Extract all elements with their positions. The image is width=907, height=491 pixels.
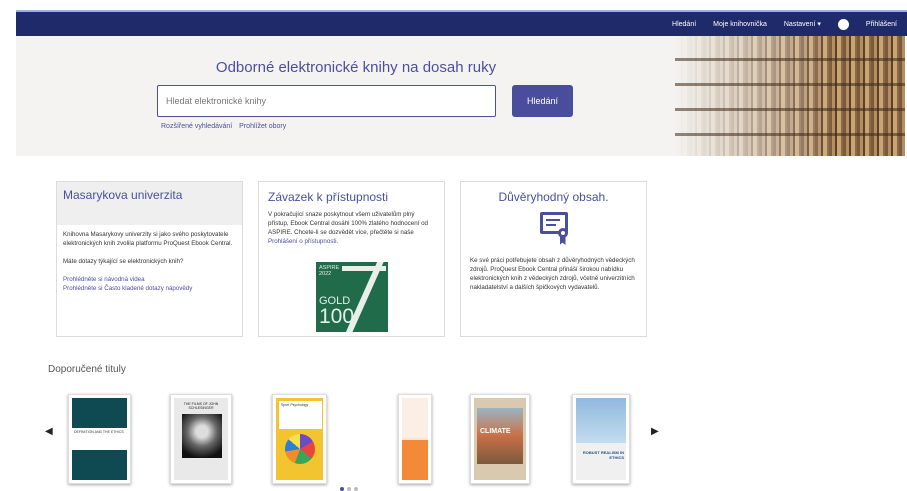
book-4-title	[402, 398, 428, 438]
carousel-prev-arrow-icon[interactable]: ◀	[45, 426, 53, 437]
top-navbar: Hledání Moje knihovnička Nastavení ▾ ? P…	[16, 10, 907, 36]
nav-links: Hledání Moje knihovnička Nastavení ▾ ? P…	[672, 12, 897, 36]
accessibility-statement-link[interactable]: Prohlášení o přístupnosti.	[268, 238, 338, 245]
accessibility-text: V pokračující snaze poskytnout všem uživ…	[268, 210, 435, 246]
aspire-gold-badge: ASPIRE 2022 GOLD 100	[316, 262, 388, 332]
carousel-pagination	[340, 487, 358, 491]
institution-description: Knihovna Masarykovy univerzity si jako s…	[63, 231, 233, 247]
carousel-dot[interactable]	[354, 487, 358, 491]
trusted-content-title: Důvěryhodný obsah.	[498, 190, 609, 204]
nav-settings-dropdown[interactable]: Nastavení ▾	[784, 20, 821, 28]
trusted-content-text: Ke své práci potřebujete obsah z důvěryh…	[470, 257, 635, 291]
browse-subjects-link[interactable]: Prohlížet obory	[239, 123, 286, 130]
book-6-title: ROBUST REALISM IN ETHICS	[582, 450, 624, 460]
book-1-title: DEFINITION AND THE ETHICS	[72, 428, 127, 450]
nav-my-bookshelf-link[interactable]: Moje knihovnička	[713, 21, 767, 28]
book-2-portrait-image	[182, 414, 222, 458]
search-input[interactable]: Hledat elektronické knihy	[157, 85, 496, 117]
book-cover-5[interactable]: CLIMATE	[470, 394, 530, 484]
book-5-title: CLIMATE	[480, 428, 511, 435]
tutorial-videos-link[interactable]: Prohlédněte si návodná videa	[63, 275, 236, 284]
top-strip	[0, 0, 907, 10]
nav-login-link[interactable]: Přihlášení	[866, 21, 897, 28]
institution-body: Knihovna Masarykovy univerzity si jako s…	[57, 225, 242, 298]
badge-aspire-text: ASPIRE 2022	[319, 265, 339, 277]
accessibility-description: V pokračující snaze poskytnout všem uživ…	[268, 211, 428, 236]
book-2-title: THE FILMS OF JOHN SCHLESINGER	[183, 402, 219, 410]
institution-title: Masarykova univerzita	[57, 182, 242, 225]
carousel-next-arrow-icon[interactable]: ▶	[651, 426, 659, 437]
institution-card: Masarykova univerzita Knihovna Masarykov…	[56, 181, 243, 337]
trusted-content-card: Důvěryhodný obsah. Ke své práci potřebuj…	[460, 181, 647, 337]
book-cover-1[interactable]: DEFINITION AND THE ETHICS	[68, 394, 131, 484]
book-5-landscape-image	[477, 408, 523, 464]
hero-title: Odborné elektronické knihy na dosah ruky	[215, 59, 497, 76]
carousel-dot-active[interactable]	[340, 487, 344, 491]
advanced-search-link[interactable]: Rozšířené vyhledávání	[161, 123, 232, 130]
hero-banner: Odborné elektronické knihy na dosah ruky…	[16, 36, 905, 156]
book-cover-6[interactable]: ROBUST REALISM IN ETHICS	[572, 394, 630, 484]
nav-search-link[interactable]: Hledání	[672, 21, 696, 28]
institution-question: Máte dotazy týkající se elektronických k…	[63, 258, 184, 265]
search-button[interactable]: Hledání	[512, 85, 573, 117]
accessibility-title: Závazek k přístupnosti	[268, 190, 389, 204]
certificate-icon	[538, 212, 570, 246]
accessibility-card: Závazek k přístupnosti V pokračující sna…	[258, 181, 445, 337]
badge-year: 2022	[319, 271, 332, 277]
bookshelf-background-image	[675, 36, 905, 156]
badge-hundred: 100	[319, 305, 355, 328]
book-cover-3[interactable]: Sport Psychology	[272, 394, 327, 484]
book-cover-2[interactable]: THE FILMS OF JOHN SCHLESINGER	[170, 394, 232, 484]
book-3-title: Sport Psychology	[279, 401, 322, 429]
hero-links: Rozšířené vyhledávání Prohlížet obory	[161, 123, 291, 130]
book-cover-4[interactable]	[398, 394, 432, 484]
book-3-color-wheel-image	[285, 434, 315, 464]
carousel-dot[interactable]	[347, 487, 351, 491]
book-6-sky-image	[576, 398, 626, 443]
help-icon[interactable]: ?	[837, 18, 849, 30]
recommended-titles-heading: Doporučené tituly	[48, 364, 126, 375]
faq-link[interactable]: Prohlédněte si Často kladené dotazy nápo…	[63, 284, 236, 293]
